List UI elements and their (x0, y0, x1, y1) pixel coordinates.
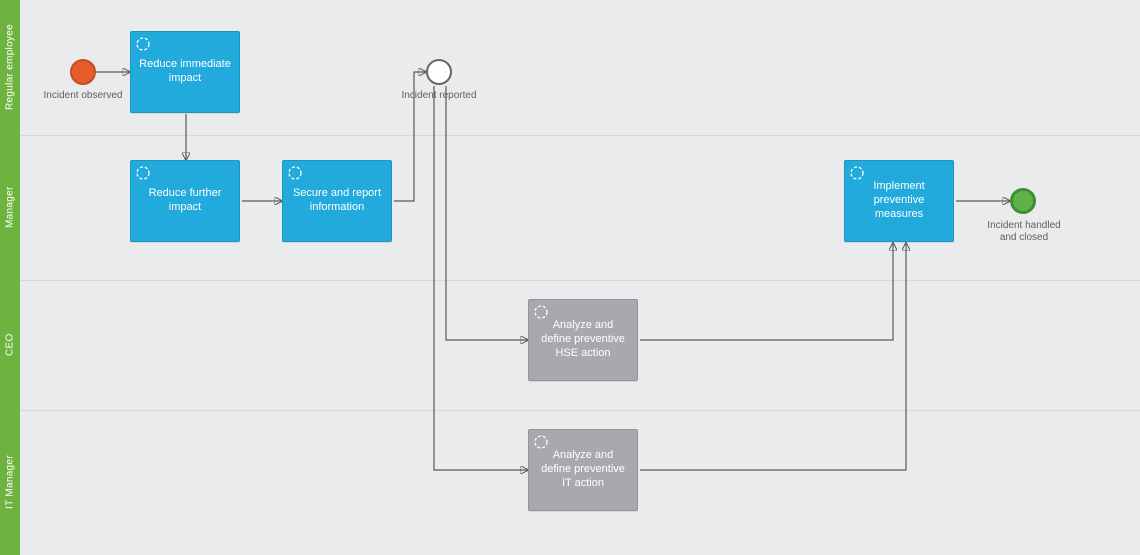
task-label: Reduce immediate impact (139, 58, 231, 86)
lane-tab-ceo[interactable]: CEO (0, 280, 20, 410)
task-label: Secure and report information (291, 187, 383, 215)
start-event-label: Incident observed (38, 90, 128, 102)
task-implement-preventive-measures[interactable]: Implement preventive measures (844, 160, 954, 242)
task-label: Analyze and define preventive HSE action (537, 319, 629, 360)
task-label: Analyze and define preventive IT action (537, 449, 629, 490)
subprocess-icon (135, 165, 151, 181)
lane-separator (0, 135, 1140, 136)
lane-tab-it-manager[interactable]: IT Manager (0, 410, 20, 555)
task-analyze-it-action[interactable]: Analyze and define preventive IT action (528, 429, 638, 511)
intermediate-event-label: Incident reported (394, 90, 484, 102)
task-reduce-further-impact[interactable]: Reduce further impact (130, 160, 240, 242)
end-event-label: Incident handled and closed (979, 220, 1069, 243)
lane-tab-manager[interactable]: Manager (0, 135, 20, 280)
task-analyze-hse-action[interactable]: Analyze and define preventive HSE action (528, 299, 638, 381)
task-secure-report-information[interactable]: Secure and report information (282, 160, 392, 242)
task-reduce-immediate-impact[interactable]: Reduce immediate impact (130, 31, 240, 113)
lane-tab-regular-employee[interactable]: Regular employee (0, 0, 20, 135)
lane-separator (0, 410, 1140, 411)
lane-separator (0, 280, 1140, 281)
intermediate-event-incident-reported[interactable] (426, 59, 452, 85)
end-event-incident-closed[interactable] (1010, 188, 1036, 214)
task-label: Reduce further impact (139, 187, 231, 215)
subprocess-icon (135, 36, 151, 52)
task-label: Implement preventive measures (853, 180, 945, 221)
start-event-incident-observed[interactable] (70, 59, 96, 85)
diagram-canvas: Regular employee Manager CEO IT Manager … (0, 0, 1140, 555)
subprocess-icon (533, 434, 549, 450)
subprocess-icon (533, 304, 549, 320)
subprocess-icon (287, 165, 303, 181)
subprocess-icon (849, 165, 865, 181)
